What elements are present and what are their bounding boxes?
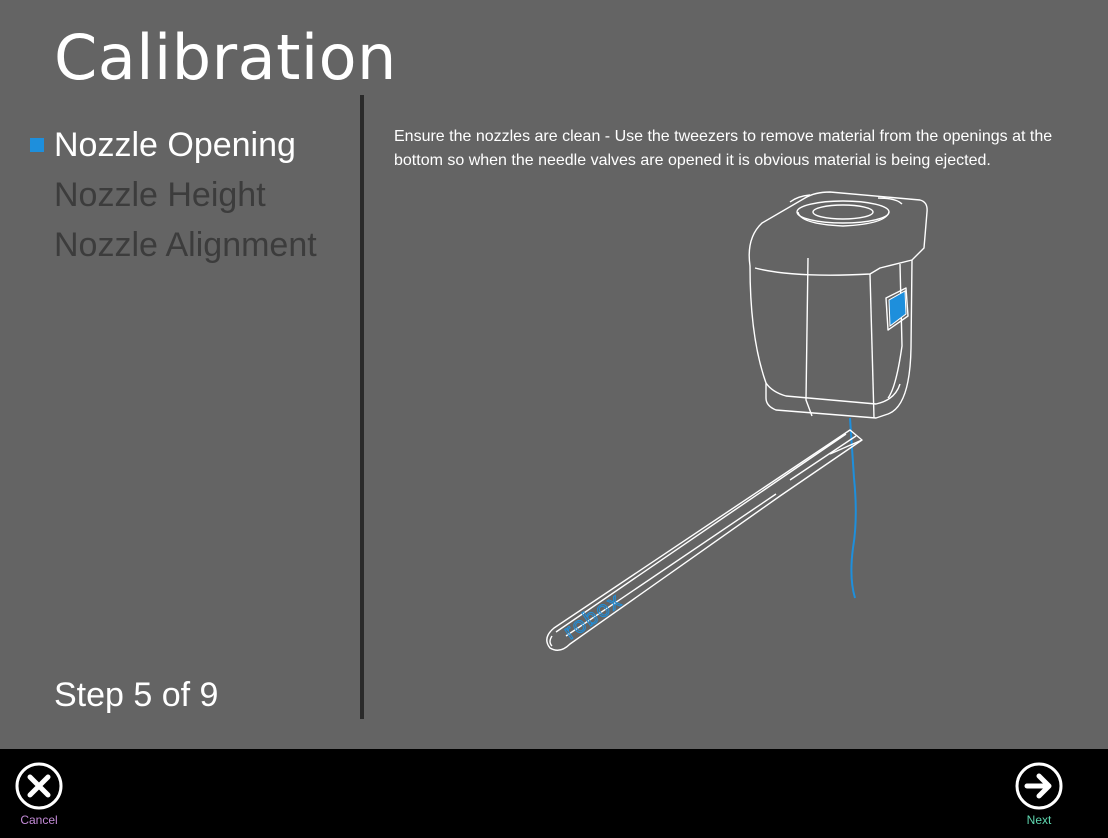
step-label: Nozzle Alignment	[54, 226, 317, 264]
step-item-nozzle-alignment: Nozzle Alignment	[28, 222, 317, 272]
tweezers-brand-text: robox	[559, 587, 627, 644]
step-item-nozzle-opening: Nozzle Opening	[28, 122, 317, 172]
cancel-button[interactable]: Cancel	[9, 761, 69, 835]
page-title: Calibration	[54, 21, 397, 94]
nozzle-tag-icon	[888, 290, 907, 327]
vertical-divider	[360, 95, 364, 719]
nozzle-cleaning-illustration: robox	[546, 191, 928, 651]
next-button[interactable]: Next	[1009, 761, 1069, 835]
step-item-nozzle-height: Nozzle Height	[28, 172, 317, 222]
step-list: Nozzle Opening Nozzle Height Nozzle Alig…	[28, 122, 317, 272]
instruction-text: Ensure the nozzles are clean - Use the t…	[394, 128, 1053, 169]
cancel-label: Cancel	[20, 813, 58, 827]
calibration-page: Calibration Nozzle Opening Nozzle Height…	[0, 0, 1108, 838]
active-step-marker	[30, 138, 44, 152]
close-icon	[15, 762, 63, 810]
step-label: Nozzle Height	[54, 176, 266, 214]
footer-bar: Cancel Next	[0, 749, 1108, 838]
arrow-right-icon	[1015, 762, 1063, 810]
next-label: Next	[1026, 813, 1052, 827]
step-counter: Step 5 of 9	[54, 676, 219, 714]
step-label: Nozzle Opening	[54, 126, 296, 164]
